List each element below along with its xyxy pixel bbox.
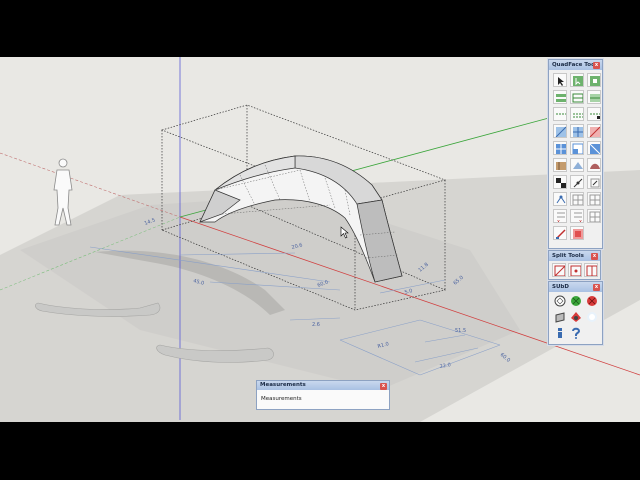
subd-help-icon[interactable] (569, 326, 583, 340)
wireframe-icon[interactable] (587, 192, 601, 206)
measurements-title[interactable]: Measurements x (257, 381, 389, 390)
select-edges-icon[interactable] (570, 124, 584, 138)
remove-triangles-icon[interactable] (570, 226, 584, 240)
loop-select-icon[interactable] (570, 90, 584, 104)
quadface-tools-title[interactable]: QuadFace Tools x (549, 60, 602, 70)
triangulate-icon[interactable] (587, 209, 601, 223)
red-axis-negative (0, 152, 181, 218)
svg-text:x: x (557, 219, 560, 223)
ring-shrink-icon[interactable] (570, 107, 584, 121)
subd-create-icon[interactable] (553, 294, 567, 308)
measurements-label: Measurements (261, 396, 302, 402)
measurements-close-icon[interactable]: x (380, 382, 387, 390)
split-tools-title[interactable]: Split Tools x (549, 251, 600, 261)
select-quads-icon[interactable] (553, 124, 567, 138)
measurements-box[interactable]: Measurements x Measurements (256, 380, 390, 410)
scale-figure[interactable] (53, 158, 73, 226)
subd-palette[interactable]: SUbD x (548, 281, 603, 345)
uv-copy-icon[interactable] (570, 158, 584, 172)
offset-loop-icon[interactable] (570, 192, 584, 206)
flip-edge-icon[interactable]: x (570, 209, 584, 223)
quadface-close-icon[interactable]: x (593, 61, 600, 69)
svg-text:x: x (579, 219, 582, 223)
convert-triangles-icon[interactable]: x (553, 209, 567, 223)
subd-transform-icon[interactable] (569, 310, 583, 324)
uv-map-icon[interactable] (553, 158, 567, 172)
insert-loop-icon[interactable] (587, 175, 601, 189)
split-edge-icon[interactable] (568, 263, 582, 277)
quadface-tools-palette[interactable]: QuadFace Tools x x x (548, 59, 603, 249)
region-select-icon[interactable] (587, 90, 601, 104)
remove-loop-icon[interactable] (553, 192, 567, 206)
smart-select-icon[interactable] (570, 73, 584, 87)
split-tools-title-text: Split Tools (552, 253, 584, 259)
sketchup-viewport[interactable]: 60.0 20.6 65.0 11.8 45.0 14.5 2.6 60.0 2… (0, 57, 640, 422)
loop-shrink-icon[interactable] (587, 107, 601, 121)
grow-select-icon[interactable] (587, 73, 601, 87)
subd-toggle-icon[interactable] (569, 294, 583, 308)
shrink-select-icon[interactable] (553, 107, 567, 121)
3d-scene[interactable]: 60.0 20.6 65.0 11.8 45.0 14.5 2.6 60.0 2… (0, 57, 640, 422)
select-triangles-icon[interactable] (587, 124, 601, 138)
measurements-title-text: Measurements (260, 382, 306, 388)
subd-info-icon[interactable] (553, 326, 567, 340)
build-corners-icon[interactable] (553, 141, 567, 155)
subd-glow-icon[interactable] (585, 310, 599, 324)
subd-remove-icon[interactable] (585, 294, 599, 308)
subd-close-icon[interactable]: x (593, 283, 600, 291)
uv-paste-icon[interactable] (587, 158, 601, 172)
checker-icon[interactable] (553, 175, 567, 189)
build-ends-icon[interactable] (570, 141, 584, 155)
dim-label-7: 2.6 (312, 322, 320, 328)
ring-select-icon[interactable] (553, 90, 567, 104)
select-tool-icon[interactable] (553, 73, 567, 87)
split-close-icon[interactable]: x (591, 252, 598, 260)
line-tool-icon[interactable] (553, 226, 567, 240)
dim-label-10: 51.5 (455, 328, 466, 334)
subd-title-text: SUbD (552, 284, 569, 290)
split-tools-palette[interactable]: Split Tools x (548, 250, 601, 280)
subd-crease-icon[interactable] (553, 310, 567, 324)
build-fan-icon[interactable] (587, 141, 601, 155)
split-face-icon[interactable] (552, 263, 566, 277)
subd-title[interactable]: SUbD x (549, 282, 602, 292)
connect-icon[interactable] (570, 175, 584, 189)
split-loop-icon[interactable] (584, 263, 598, 277)
